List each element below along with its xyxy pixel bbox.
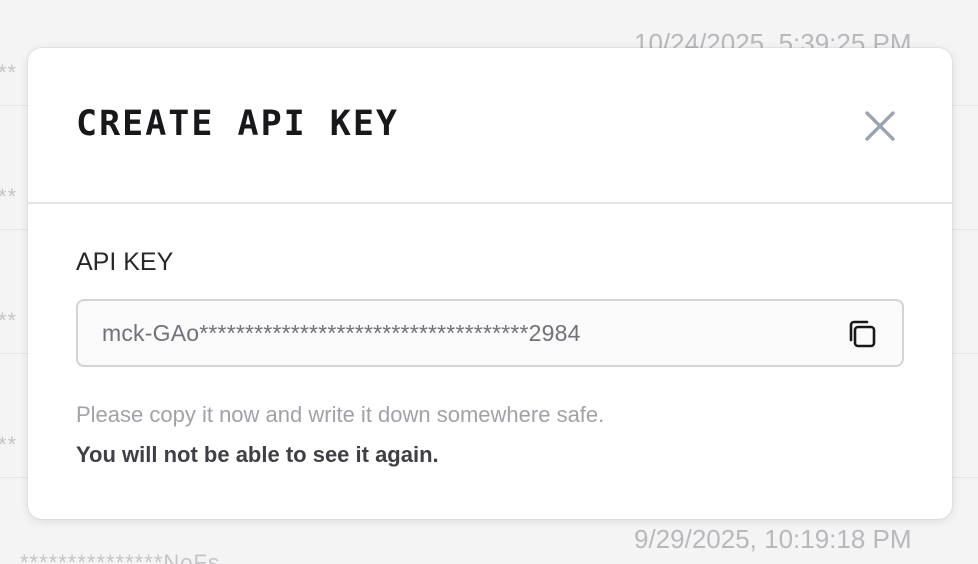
dialog-title: CREATE API KEY [76,104,400,144]
close-button[interactable] [858,104,902,148]
close-icon [865,111,895,141]
create-api-key-dialog: CREATE API KEY API KEY mck-GAo**********… [28,48,952,519]
copy-instruction-text: Please copy it now and write it down som… [76,402,605,427]
table-row-masked-key: ** [0,432,18,457]
dialog-header: CREATE API KEY [28,48,952,204]
table-row-masked-key: ** [0,60,18,85]
table-row-masked-key: ** [0,308,18,333]
api-key-field[interactable]: mck-GAo*********************************… [76,299,904,367]
table-row-timestamp: 9/29/2025, 10:19:18 PM [634,524,912,554]
copy-icon [849,320,876,348]
table-row-masked-key: ** [0,184,18,209]
warning-text: You will not be able to see it again. [76,442,439,467]
table-row-masked-key: ***************NoFs [20,550,220,564]
api-key-label: API KEY [76,248,174,276]
copy-button[interactable] [844,316,880,352]
api-key-value[interactable]: mck-GAo*********************************… [102,301,581,365]
